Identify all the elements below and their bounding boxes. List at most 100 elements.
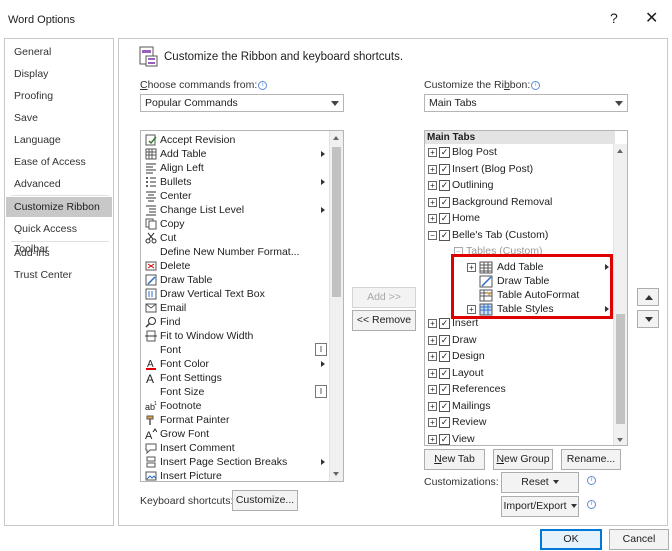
command-item[interactable]: Email (143, 301, 329, 315)
nav-item-trust-center[interactable]: Trust Center (6, 265, 112, 285)
tree-tab[interactable]: + ✓ Design (425, 349, 613, 364)
checkbox[interactable]: ✓ (439, 351, 450, 362)
expand-icon[interactable]: + (428, 197, 437, 207)
expand-icon[interactable]: + (428, 418, 437, 427)
command-item[interactable]: Insert Picture (143, 469, 329, 481)
tree-tab[interactable]: + ✓ Draw (425, 333, 613, 348)
checkbox[interactable]: ✓ (439, 229, 450, 241)
info-icon[interactable]: i (587, 500, 596, 509)
tree-command[interactable]: Draw Table (425, 274, 613, 289)
collapse-icon[interactable]: − (428, 230, 437, 240)
customize-shortcuts-button[interactable]: Customize... (232, 490, 298, 511)
commands-scrollbar[interactable] (329, 131, 343, 481)
nav-item-advanced[interactable]: Advanced (6, 174, 112, 194)
tree-tab[interactable]: + ✓ Blog Post (425, 145, 613, 160)
scroll-up-icon[interactable] (617, 149, 623, 153)
expand-icon[interactable]: + (467, 263, 476, 272)
expand-icon[interactable]: + (428, 335, 437, 345)
command-item[interactable]: Font I (143, 343, 329, 357)
scroll-thumb[interactable] (332, 147, 341, 297)
tree-tab[interactable]: + ✓ Background Removal (425, 195, 613, 210)
checkbox[interactable]: ✓ (439, 318, 450, 329)
expand-icon[interactable]: + (428, 368, 437, 378)
scroll-thumb[interactable] (616, 314, 625, 424)
import-export-button[interactable]: Import/Export (501, 496, 579, 517)
checkbox[interactable]: ✓ (439, 213, 450, 224)
command-item[interactable]: Insert Page Section Breaks (143, 455, 329, 469)
command-item[interactable]: Align Left (143, 161, 329, 175)
command-item[interactable]: A Grow Font (143, 427, 329, 441)
expand-icon[interactable]: + (428, 352, 437, 361)
checkbox[interactable]: ✓ (439, 180, 450, 191)
ok-button[interactable]: OK (540, 529, 602, 550)
scroll-up-icon[interactable] (333, 136, 339, 140)
nav-item-ease-of-access[interactable]: Ease of Access (6, 152, 112, 172)
tree-command[interactable]: + Table Styles (425, 302, 613, 317)
command-item[interactable]: ab 1 Footnote (143, 399, 329, 413)
expand-icon[interactable]: + (428, 214, 437, 223)
tree-tab[interactable]: + ✓ References (425, 382, 613, 397)
command-item[interactable]: A Font Settings (143, 371, 329, 385)
expand-icon[interactable]: + (428, 148, 437, 157)
command-item[interactable]: Fit to Window Width (143, 329, 329, 343)
command-item[interactable]: Draw Table (143, 273, 329, 287)
command-item[interactable]: Find (143, 315, 329, 329)
checkbox[interactable]: ✓ (439, 400, 450, 412)
command-item[interactable]: Insert Comment (143, 441, 329, 455)
nav-item-display[interactable]: Display (6, 64, 112, 84)
command-item[interactable]: Font Size I (143, 385, 329, 399)
nav-item-quick-access-toolbar[interactable]: Quick Access Toolbar (6, 219, 112, 255)
expand-icon[interactable]: + (428, 385, 437, 394)
command-item[interactable]: Format Painter (143, 413, 329, 427)
move-down-button[interactable] (637, 310, 659, 328)
command-item[interactable]: Define New Number Format... (143, 245, 329, 259)
expand-icon[interactable]: + (428, 164, 437, 174)
new-group-button[interactable]: New Group (493, 449, 553, 470)
command-item[interactable]: Accept Revision (143, 133, 329, 147)
checkbox[interactable]: ✓ (439, 334, 450, 346)
tree-tab[interactable]: + ✓ View (425, 432, 613, 446)
scroll-down-icon[interactable] (617, 438, 623, 442)
checkbox[interactable]: ✓ (439, 163, 450, 175)
checkbox[interactable]: ✓ (439, 367, 450, 379)
tree-tab[interactable]: − ✓ Belle's Tab (Custom) (425, 228, 613, 243)
remove-button[interactable]: << Remove (352, 310, 416, 331)
reset-button[interactable]: Reset (501, 472, 579, 493)
move-up-button[interactable] (637, 288, 659, 306)
nav-item-language[interactable]: Language (6, 130, 112, 150)
tree-group[interactable]: − Tables (Custom) (425, 244, 613, 259)
collapse-icon[interactable]: − (454, 247, 463, 256)
close-button[interactable]: ✕ (645, 8, 658, 28)
info-icon[interactable]: i (587, 476, 596, 485)
choose-commands-dropdown[interactable]: Popular Commands (140, 94, 344, 112)
expand-icon[interactable]: + (428, 181, 437, 190)
nav-item-save[interactable]: Save (6, 108, 112, 128)
checkbox[interactable]: ✓ (439, 147, 450, 158)
tree-tab[interactable]: + ✓ Mailings (425, 399, 613, 414)
command-item[interactable]: Cut (143, 231, 329, 245)
expand-icon[interactable]: + (428, 401, 437, 411)
nav-item-proofing[interactable]: Proofing (6, 86, 112, 106)
checkbox[interactable]: ✓ (439, 417, 450, 428)
tree-tab[interactable]: + ✓ Outlining (425, 178, 613, 193)
nav-item-customize-ribbon[interactable]: Customize Ribbon (6, 197, 112, 217)
checkbox[interactable]: ✓ (439, 196, 450, 208)
command-item[interactable]: Delete (143, 259, 329, 273)
info-icon[interactable]: i (531, 81, 541, 90)
help-button[interactable]: ? (610, 10, 618, 26)
command-item[interactable]: Copy (143, 217, 329, 231)
rename-button[interactable]: Rename... (561, 449, 621, 470)
command-item[interactable]: Center (143, 189, 329, 203)
tree-tab[interactable]: + ✓ Insert (425, 316, 613, 331)
tree-tab[interactable]: + ✓ Home (425, 211, 613, 226)
tree-scrollbar[interactable] (613, 144, 627, 445)
info-icon[interactable]: i (258, 81, 268, 90)
tree-tab[interactable]: + ✓ Review (425, 415, 613, 430)
tree-tab[interactable]: + ✓ Insert (Blog Post) (425, 162, 613, 177)
ribbon-tree[interactable]: Main Tabs + ✓ Blog Post + ✓ Insert (Blog Post… (424, 130, 628, 446)
tree-command[interactable]: Table AutoFormat (425, 288, 613, 303)
nav-item-general[interactable]: General (6, 42, 112, 62)
expand-icon[interactable]: + (428, 319, 437, 328)
expand-icon[interactable]: + (467, 305, 476, 314)
command-item[interactable]: A Font Color (143, 357, 329, 371)
